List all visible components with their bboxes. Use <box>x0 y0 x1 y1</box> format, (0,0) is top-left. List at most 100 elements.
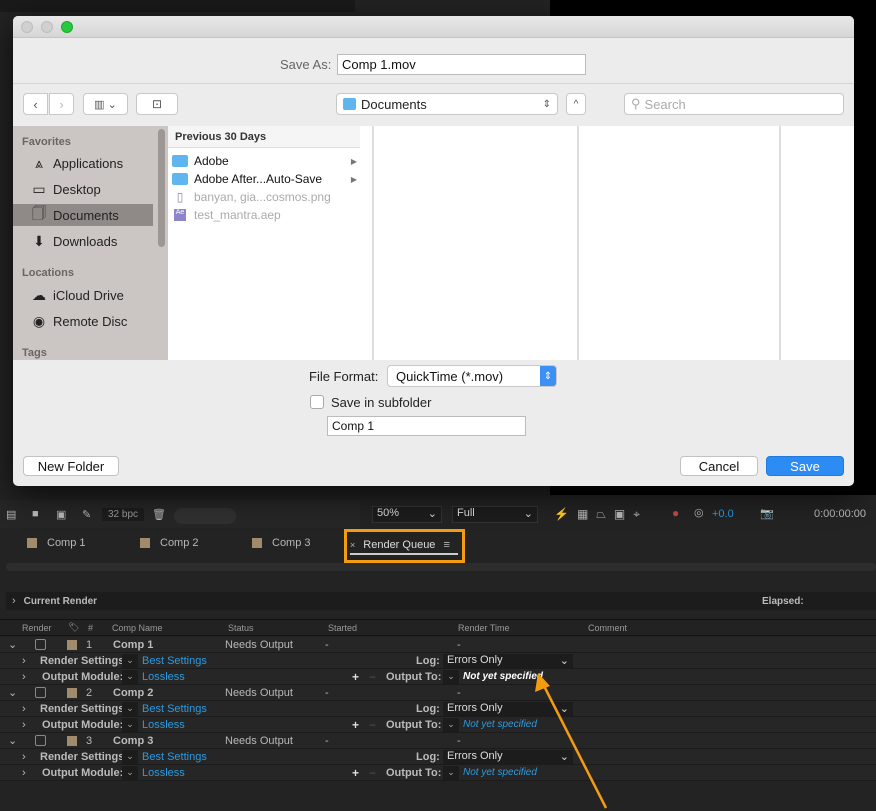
chevron-down-icon[interactable]: ⌄ <box>8 638 17 651</box>
output-module-link[interactable]: Lossless <box>142 671 185 683</box>
chevron-right-icon[interactable]: › <box>22 719 26 731</box>
exposure-icon[interactable]: ◎ <box>694 506 704 519</box>
sidebar-item-icloud[interactable]: ☁ iCloud Drive <box>13 284 153 306</box>
minimize-window-button[interactable] <box>41 21 53 33</box>
trash-icon[interactable]: 🗑 <box>152 508 166 521</box>
log-select[interactable]: Errors Only ⌄ <box>443 653 573 668</box>
tab-comp-2[interactable]: Comp 2 <box>140 537 199 549</box>
chevron-right-icon[interactable]: › <box>22 655 26 667</box>
new-folder-icon-button[interactable]: ⊡ <box>136 93 178 115</box>
chevron-right-icon[interactable]: › <box>12 595 16 607</box>
output-to-link[interactable]: Not yet specified <box>463 719 537 730</box>
col-render[interactable]: Render <box>22 623 52 633</box>
panel-menu-icon[interactable]: ≡ <box>443 539 449 551</box>
close-window-button[interactable] <box>21 21 33 33</box>
viewer-option-icons[interactable]: ⚡▦⏢▣⌖ <box>554 507 648 522</box>
sidebar-item-desktop[interactable]: ▭ Desktop <box>13 178 153 200</box>
file-format-select[interactable]: QuickTime (*.mov) ⇕ <box>387 365 557 387</box>
zoom-select[interactable]: 50% ⌄ <box>372 506 442 523</box>
render-item-row[interactable]: ⌄ 3 Comp 3 Needs Output - - <box>0 733 876 749</box>
close-icon[interactable]: × <box>350 540 355 550</box>
tab-render-queue[interactable]: × Render Queue ≡ <box>350 537 458 555</box>
comp-name[interactable]: Comp 1 <box>113 639 153 651</box>
label-swatch[interactable] <box>67 735 77 746</box>
label-tag-icon[interactable]: 🏷 <box>68 622 79 633</box>
sidebar-item-applications[interactable]: ⩓ Applications <box>13 152 153 174</box>
render-item-row[interactable]: ⌄ 2 Comp 2 Needs Output - - <box>0 685 876 701</box>
output-module-link[interactable]: Lossless <box>142 719 185 731</box>
col-status[interactable]: Status <box>228 623 254 633</box>
output-module-link[interactable]: Lossless <box>142 767 185 779</box>
cancel-button[interactable]: Cancel <box>680 456 758 476</box>
sidebar-scrollbar[interactable] <box>158 129 165 247</box>
comp-name[interactable]: Comp 2 <box>113 687 153 699</box>
interpret-footage-icon[interactable]: ▤ <box>6 508 16 521</box>
timecode[interactable]: 0:00:00:00 <box>814 508 866 520</box>
project-search-bar[interactable] <box>0 0 355 12</box>
remove-output-icon[interactable]: − <box>369 718 376 732</box>
label-swatch[interactable] <box>67 639 77 650</box>
file-item[interactable]: Adobe ▶ <box>172 152 357 170</box>
add-output-icon[interactable]: + <box>352 670 359 684</box>
search-field[interactable]: ⚲ Search <box>624 93 844 115</box>
channel-icon[interactable]: ● <box>672 506 679 520</box>
label-swatch[interactable] <box>67 687 77 698</box>
comp-name[interactable]: Comp 3 <box>113 735 153 747</box>
tab-comp-3[interactable]: Comp 3 <box>252 537 311 549</box>
location-select[interactable]: Documents ⇕ <box>336 93 558 115</box>
new-comp-icon[interactable]: ▣ <box>56 508 66 521</box>
subfolder-input[interactable] <box>327 416 526 436</box>
folder-icon[interactable]: ■ <box>32 508 39 520</box>
output-to-dropdown[interactable]: ⌄ <box>443 717 459 732</box>
sidebar-item-remote-disc[interactable]: ◉ Remote Disc <box>13 310 153 332</box>
render-settings-dropdown[interactable]: ⌄ <box>122 701 138 716</box>
file-item[interactable]: Adobe After...Auto-Save ▶ <box>172 170 357 188</box>
render-checkbox[interactable] <box>35 735 46 746</box>
col-number[interactable]: # <box>88 623 93 633</box>
sidebar-item-downloads[interactable]: ⬇ Downloads <box>13 230 153 252</box>
chevron-right-icon[interactable]: › <box>22 671 26 683</box>
output-to-dropdown[interactable]: ⌄ <box>443 765 459 780</box>
output-module-dropdown[interactable]: ⌄ <box>122 669 138 684</box>
add-output-icon[interactable]: + <box>352 718 359 732</box>
chevron-right-icon[interactable]: › <box>22 751 26 763</box>
output-to-dropdown[interactable]: ⌄ <box>443 669 459 684</box>
col-started[interactable]: Started <box>328 623 357 633</box>
exposure-value[interactable]: +0.0 <box>712 508 734 520</box>
zoom-window-button[interactable] <box>61 21 73 33</box>
resolution-select[interactable]: Full ⌄ <box>452 506 538 523</box>
render-settings-dropdown[interactable]: ⌄ <box>122 653 138 668</box>
snapshot-icon[interactable]: 📷 <box>760 507 774 520</box>
back-button[interactable]: ‹ <box>23 93 48 115</box>
chevron-down-icon[interactable]: ⌄ <box>8 686 17 699</box>
forward-button[interactable]: › <box>49 93 74 115</box>
flowchart-icon[interactable]: ✎ <box>82 508 91 521</box>
output-module-dropdown[interactable]: ⌄ <box>122 765 138 780</box>
col-render-time[interactable]: Render Time <box>458 623 510 633</box>
render-checkbox[interactable] <box>35 639 46 650</box>
save-as-input[interactable] <box>337 54 586 75</box>
render-settings-link[interactable]: Best Settings <box>142 751 207 763</box>
chevron-down-icon[interactable]: ⌄ <box>8 734 17 747</box>
render-checkbox[interactable] <box>35 687 46 698</box>
current-render-bar[interactable]: › Current Render Elapsed: <box>6 592 876 610</box>
render-settings-link[interactable]: Best Settings <box>142 703 207 715</box>
new-folder-button[interactable]: New Folder <box>23 456 119 476</box>
sidebar-item-documents[interactable]: 🗍 Documents <box>13 204 153 226</box>
render-settings-dropdown[interactable]: ⌄ <box>122 749 138 764</box>
output-module-dropdown[interactable]: ⌄ <box>122 717 138 732</box>
col-comp-name[interactable]: Comp Name <box>112 623 163 633</box>
chevron-right-icon[interactable]: › <box>22 703 26 715</box>
remove-output-icon[interactable]: − <box>369 766 376 780</box>
chevron-right-icon[interactable]: › <box>22 767 26 779</box>
output-to-link[interactable]: Not yet specified <box>463 767 537 778</box>
view-mode-button[interactable]: ▥ ⌄ <box>83 93 128 115</box>
render-item-row[interactable]: ⌄ 1 Comp 1 Needs Output - - <box>0 637 876 653</box>
collapse-button[interactable]: ^ <box>566 93 586 115</box>
project-search[interactable] <box>174 508 236 524</box>
col-comment[interactable]: Comment <box>588 623 627 633</box>
tab-comp-1[interactable]: Comp 1 <box>27 537 86 549</box>
subfolder-checkbox[interactable] <box>310 395 324 409</box>
remove-output-icon[interactable]: − <box>369 670 376 684</box>
add-output-icon[interactable]: + <box>352 766 359 780</box>
